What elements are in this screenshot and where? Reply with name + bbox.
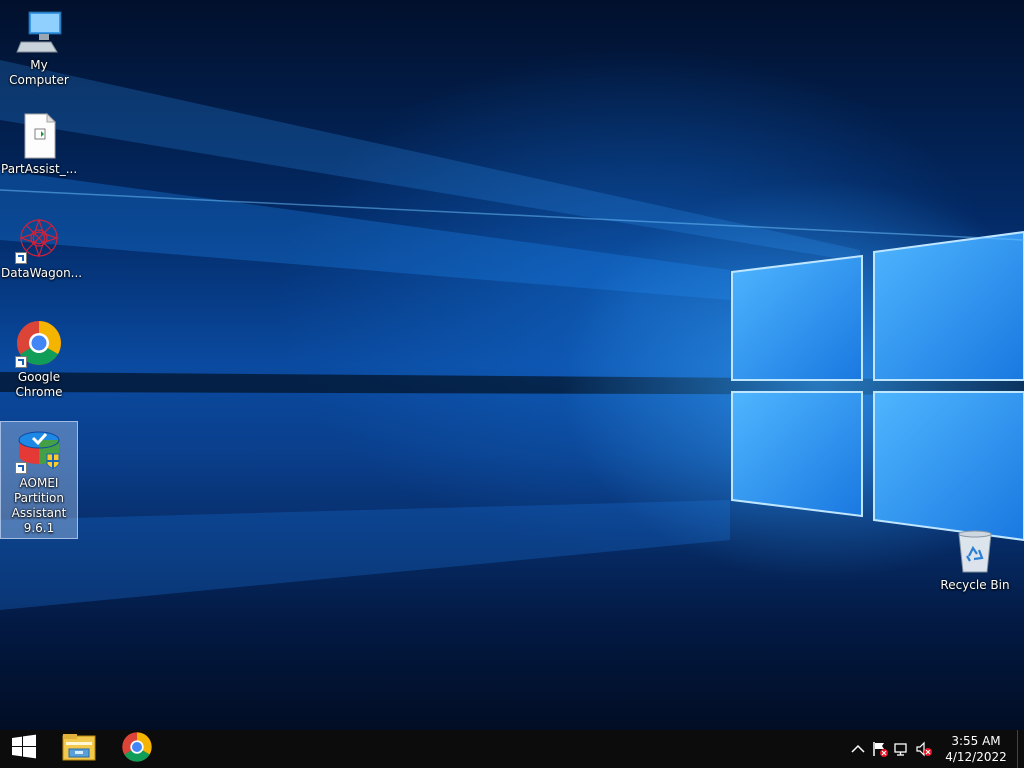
- desktop-icon-label: DataWagon...: [1, 266, 83, 280]
- action-center-flag-icon[interactable]: [869, 730, 891, 768]
- desktop-icon-label: Google Chrome: [15, 370, 63, 399]
- desktop-icon-partassist-installer[interactable]: PartAssist_...: [1, 112, 77, 177]
- aomei-icon: [15, 426, 63, 474]
- taskbar-file-explorer[interactable]: [55, 730, 103, 768]
- desktop-icon-google-chrome[interactable]: Google Chrome: [1, 320, 77, 400]
- file-explorer-icon: [62, 732, 96, 766]
- clock-date: 4/12/2022: [945, 750, 1007, 764]
- desktop-wallpaper: [0, 0, 1024, 730]
- chrome-icon: [15, 320, 63, 368]
- desktop-icon-label: AOMEI Partition Assistant 9.6.1: [11, 476, 67, 535]
- installer-file-icon: [15, 112, 63, 160]
- desktop-icon-aomei-partition-assistant[interactable]: AOMEI Partition Assistant 9.6.1: [0, 421, 78, 539]
- shortcut-arrow-icon: [15, 356, 27, 368]
- taskbar: 3:55 AM 4/12/2022: [0, 730, 1024, 768]
- desktop-icon-label: My Computer: [9, 58, 69, 87]
- desktop-icon-label: PartAssist_...: [1, 162, 78, 176]
- desktop-icon-my-computer[interactable]: My Computer: [1, 8, 77, 88]
- desktop-icon-datawagon[interactable]: DataWagon...: [1, 216, 83, 281]
- show-desktop-button[interactable]: [1017, 730, 1024, 768]
- shortcut-arrow-icon: [15, 462, 27, 474]
- network-icon[interactable]: [891, 730, 913, 768]
- recycle-bin-icon: [951, 528, 999, 576]
- taskbar-clock[interactable]: 3:55 AM 4/12/2022: [935, 733, 1017, 765]
- datawagon-icon: [15, 216, 63, 264]
- clock-time: 3:55 AM: [951, 734, 1001, 748]
- computer-icon: [15, 8, 63, 56]
- chrome-icon: [121, 731, 153, 767]
- volume-muted-icon[interactable]: [913, 730, 935, 768]
- taskbar-chrome[interactable]: [113, 730, 161, 768]
- start-button[interactable]: [0, 730, 48, 768]
- windows-logo-icon: [11, 734, 37, 764]
- desktop-icon-recycle-bin[interactable]: Recycle Bin: [937, 528, 1013, 593]
- shortcut-arrow-icon: [15, 252, 27, 264]
- show-hidden-icons-chevron[interactable]: [847, 730, 869, 768]
- system-tray: 3:55 AM 4/12/2022: [847, 730, 1024, 768]
- desktop-icon-label: Recycle Bin: [940, 578, 1010, 592]
